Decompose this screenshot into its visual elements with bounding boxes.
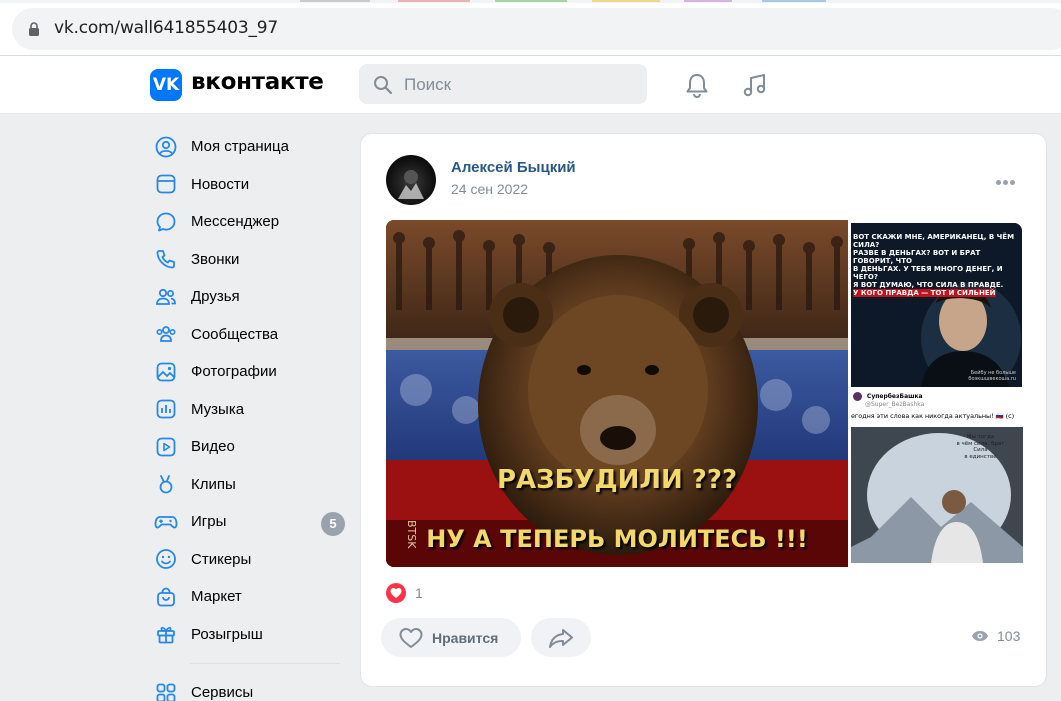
quote-highlight: У КОГО ПРАВДА — ТОТ И СИЛЬНЕЙ — [853, 289, 996, 297]
sidebar-item-label: Маркет — [191, 588, 242, 606]
tweet-text: егодня эти слова как никогда актуальны! … — [851, 412, 1015, 420]
sidebar-item-label: Стикеры — [191, 550, 252, 568]
like-button[interactable]: Нравится — [381, 618, 521, 657]
sidebar-item-photos[interactable]: Фотографии — [150, 353, 345, 391]
watermark-line: боэкшшвекоша.ru — [968, 376, 1016, 382]
sidebar-item-video[interactable]: Видео — [150, 428, 345, 466]
user-circle-icon — [154, 135, 178, 159]
eye-icon — [972, 631, 988, 641]
news-icon — [154, 172, 178, 196]
sidebar-item-news[interactable]: Новости — [150, 166, 345, 204]
quote-line: В ДЕНЬГАХ. У ТЕБЯ МНОГО ДЕНЕГ, И ЧЕГО? — [853, 265, 1003, 281]
search-icon — [374, 76, 393, 95]
address-bar[interactable]: vk.com/wall641855403_97 — [12, 8, 1061, 50]
quote-text: ВОТ СКАЖИ МНЕ, АМЕРИКАНЕЦ, В ЧЁМ СИЛА? Р… — [853, 233, 1021, 297]
video-icon — [154, 435, 178, 459]
sidebar-item-messenger[interactable]: Мессенджер — [150, 203, 345, 241]
heart-reaction-icon — [386, 583, 406, 603]
sidebar-item-stickers[interactable]: Стикеры — [150, 541, 345, 579]
services-icon — [154, 681, 178, 701]
more-options-icon[interactable] — [996, 172, 1020, 185]
avatar[interactable] — [386, 155, 436, 205]
sidebar-item-games[interactable]: Игры 5 — [150, 503, 345, 541]
tweet-account-handle: @Super_BezBashka — [865, 401, 925, 408]
share-icon — [549, 628, 573, 648]
share-button[interactable] — [531, 618, 591, 657]
gamepad-icon — [154, 510, 178, 534]
music-icon[interactable] — [740, 70, 770, 100]
quote-watermark: Бейбу не больше боэкшшвекоша.ru — [968, 370, 1016, 382]
sidebar-item-label: Мессенджер — [191, 213, 280, 231]
vk-logo-icon[interactable]: VK — [150, 69, 182, 101]
sidebar-item-my-page[interactable]: Моя страница — [150, 128, 345, 166]
poster-caption-line2: НУ А ТЕПЕРЬ МОЛИТЕСЬ !!! — [426, 525, 808, 553]
tab-strip — [0, 0, 1061, 3]
quote-line: ВОТ СКАЖИ МНЕ, АМЕРИКАНЕЦ, В ЧЁМ СИЛА? — [853, 233, 1015, 249]
games-counter-badge: 5 — [321, 512, 345, 536]
sidebar-item-music[interactable]: Музыка — [150, 391, 345, 429]
post-side-image-2[interactable]: СупербезБашка @Super_BezBashka егодня эт… — [851, 390, 1023, 563]
search-placeholder: Поиск — [404, 75, 452, 94]
sidebar-item-label: Музыка — [191, 400, 245, 418]
sidebar-item-label: Фотографии — [191, 363, 277, 381]
sidebar-divider — [190, 663, 340, 664]
sidebar: Моя страница Новости Мессенджер Звонки Д… — [150, 128, 345, 701]
sidebar-item-label: Звонки — [191, 250, 240, 268]
post-author-link[interactable]: Алексей Быцкий — [451, 159, 576, 176]
sidebar-item-label: Сервисы — [191, 684, 254, 701]
sidebar-item-giveaway[interactable]: Розыгрыш — [150, 616, 345, 654]
post-main-image[interactable]: BTSK РАЗБУДИЛИ ??? НУ А ТЕПЕРЬ МОЛИТЕСЬ … — [386, 220, 848, 567]
bag-icon — [154, 585, 178, 609]
tweet-header: СупербезБашка @Super_BezBashka — [853, 392, 924, 408]
communities-icon — [154, 322, 178, 346]
post-card: Алексей Быцкий 24 сен 2022 BTSK РАЗБУДИЛ… — [360, 133, 1047, 687]
phone-icon — [154, 247, 178, 271]
sidebar-item-label: Друзья — [191, 288, 240, 306]
sidebar-item-services[interactable]: Сервисы — [150, 674, 345, 701]
sidebar-item-market[interactable]: Маркет — [150, 578, 345, 616]
quote-line: РАЗВЕ В ДЕНЬГАХ? ВОТ И БРАТ ГОВОРИТ, ЧТО — [853, 249, 981, 265]
friends-icon — [154, 285, 178, 309]
photo-icon — [154, 360, 178, 384]
message-icon — [154, 210, 178, 234]
sidebar-item-label: Видео — [191, 438, 235, 456]
bell-icon[interactable] — [682, 70, 712, 100]
like-button-label: Нравится — [432, 629, 499, 646]
sidebar-item-friends[interactable]: Друзья — [150, 278, 345, 316]
sidebar-item-label: Новости — [191, 175, 250, 193]
views-count: 103 — [997, 628, 1021, 644]
vk-logo-text[interactable]: вконтакте — [191, 69, 324, 95]
bear-poster-illustration: BTSK — [386, 220, 848, 567]
music-bars-icon — [154, 397, 178, 421]
lock-icon — [29, 22, 39, 36]
sidebar-item-calls[interactable]: Звонки — [150, 241, 345, 279]
rock-text: Мы тогда в чём сила, брат Сила в единств… — [943, 434, 1018, 460]
quote-line: Я ВОТ ДУМАЮ, ЧТО СИЛА В ПРАВДЕ. — [853, 281, 1004, 289]
heart-outline-icon — [399, 627, 423, 648]
post-side-image-1[interactable]: ВОТ СКАЖИ МНЕ, АМЕРИКАНЕЦ, В ЧЁМ СИЛА? Р… — [851, 223, 1022, 387]
search-input[interactable]: Поиск — [359, 64, 647, 104]
poster-caption-line1: РАЗБУДИЛИ ??? — [496, 465, 738, 495]
gift-icon — [154, 622, 178, 646]
vk-header: VK вконтакте Поиск — [0, 56, 1061, 114]
browser-toolbar: vk.com/wall641855403_97 — [0, 0, 1061, 56]
sidebar-item-label: Розыгрыш — [191, 625, 263, 643]
clips-icon — [154, 472, 178, 496]
sidebar-item-label: Сообщества — [191, 325, 279, 343]
sidebar-item-clips[interactable]: Клипы — [150, 466, 345, 504]
sidebar-item-label: Игры — [191, 513, 227, 531]
tweet-account-name: СупербезБашка — [866, 393, 923, 400]
sidebar-item-communities[interactable]: Сообщества — [150, 316, 345, 354]
rock-text-line: в единстве — [964, 453, 997, 460]
post-date[interactable]: 24 сен 2022 — [451, 181, 528, 197]
url-text[interactable]: vk.com/wall641855403_97 — [54, 18, 278, 38]
sidebar-item-label: Моя страница — [191, 138, 289, 156]
views-counter: 103 — [971, 628, 1020, 644]
sidebar-item-label: Клипы — [191, 475, 236, 493]
likes-count: 1 — [415, 585, 423, 601]
sticker-icon — [154, 547, 178, 571]
reactions-summary[interactable]: 1 — [386, 583, 423, 603]
